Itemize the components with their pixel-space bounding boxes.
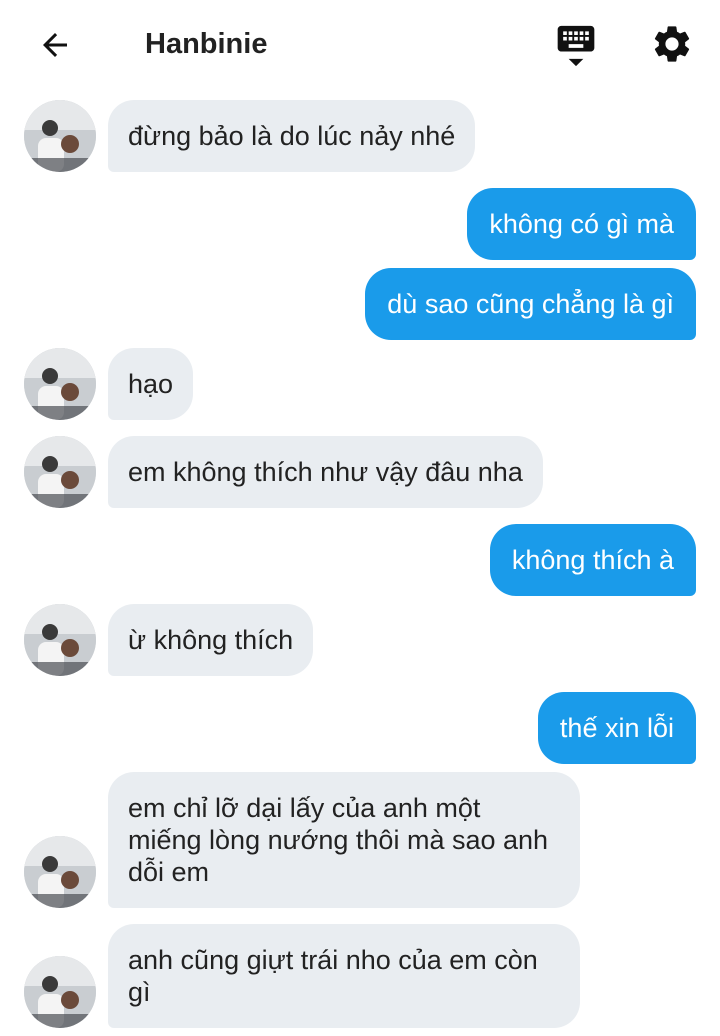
avatar[interactable]	[24, 348, 96, 420]
message-bubble-incoming[interactable]: anh cũng giựt trái nho của em còn gì	[108, 924, 580, 1028]
message-bubble-outgoing[interactable]: không thích à	[489, 524, 696, 596]
settings-button[interactable]	[648, 20, 696, 68]
chat-title: Hanbinie	[145, 28, 268, 60]
avatar-photo	[24, 100, 96, 172]
message-bubble-incoming[interactable]: hạo	[108, 348, 194, 420]
message-bubble-outgoing[interactable]: thế xin lỗi	[537, 692, 696, 764]
top-bar: Hanbinie	[0, 0, 720, 88]
avatar-photo	[24, 956, 96, 1028]
avatar-photo	[24, 836, 96, 908]
message-bubble-incoming[interactable]: đừng bảo là do lúc nảy nhé	[108, 100, 476, 172]
avatar[interactable]	[24, 604, 96, 676]
avatar[interactable]	[24, 100, 96, 172]
message-bubble-incoming[interactable]: em không thích như vậy đâu nha	[108, 436, 543, 508]
gear-icon	[654, 26, 690, 62]
back-button[interactable]	[30, 20, 80, 70]
avatar[interactable]	[24, 836, 96, 908]
message-bubble-outgoing[interactable]: không có gì mà	[467, 188, 696, 260]
message-bubble-incoming[interactable]: em chỉ lỡ dại lấy của anh một miếng lòng…	[108, 772, 580, 908]
avatar[interactable]	[24, 436, 96, 508]
avatar-photo	[24, 436, 96, 508]
keyboard-icon	[557, 25, 595, 67]
avatar[interactable]	[24, 956, 96, 1028]
arrow-left-icon	[43, 33, 67, 57]
avatar-photo	[24, 604, 96, 676]
message-bubble-incoming[interactable]: ừ không thích	[108, 604, 314, 676]
message-bubble-outgoing[interactable]: dù sao cũng chẳng là gì	[365, 268, 696, 340]
avatar-photo	[24, 348, 96, 420]
keyboard-button[interactable]	[552, 22, 600, 70]
